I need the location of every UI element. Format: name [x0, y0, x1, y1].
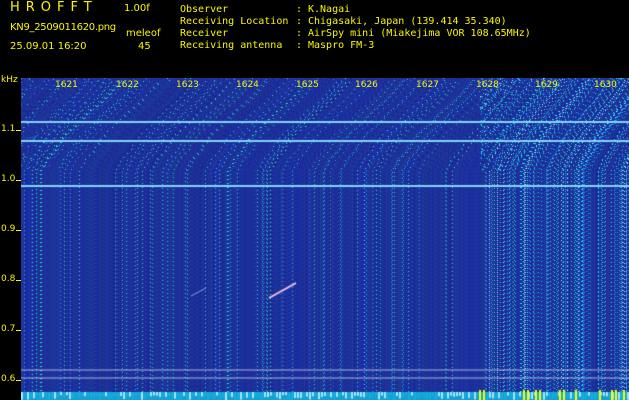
- capture-datetime: 25.09.01 16:20: [10, 41, 87, 52]
- observer-label: Observer: [180, 4, 229, 15]
- x-tick-label: 1630: [594, 80, 617, 90]
- header-panel: HROFFT 1.00f KN9_2509011620.png meleof 2…: [0, 0, 629, 74]
- mode-value: 45: [138, 41, 151, 52]
- y-tick-label: 1.0: [1, 174, 16, 184]
- separator-colon: :: [296, 4, 303, 15]
- y-tick-label: 0.9: [1, 224, 16, 234]
- x-tick-label: 1623: [176, 80, 199, 90]
- x-tick-label: 1629: [535, 80, 558, 90]
- x-tick-label: 1626: [355, 80, 378, 90]
- location-value: Chigasaki, Japan (139.414 35.340): [308, 16, 507, 27]
- separator-colon: :: [296, 40, 303, 51]
- y-tick-label: 0.6: [1, 374, 16, 384]
- spectrogram-waterfall: [21, 78, 629, 400]
- x-tick-label: 1628: [476, 80, 499, 90]
- antenna-label: Receiving antenna: [180, 40, 283, 51]
- x-tick-label: 1621: [55, 80, 78, 90]
- location-label: Receiving Location: [180, 16, 289, 27]
- file-name: KN9_2509011620.png: [10, 22, 116, 33]
- x-tick-label: 1627: [416, 80, 439, 90]
- x-tick-label: 1625: [296, 80, 319, 90]
- separator-colon: :: [296, 28, 303, 39]
- y-axis-unit: kHz: [1, 75, 18, 85]
- separator-colon: :: [296, 16, 303, 27]
- observer-value: K.Nagai: [308, 4, 351, 15]
- frequency-axis: kHz 1.1 1.0 0.9 0.8 0.7 0.6: [0, 74, 21, 400]
- receiver-value: AirSpy mini (Miakejima VOR 108.65MHz): [308, 28, 531, 39]
- antenna-value: Maspro FM-3: [308, 40, 375, 51]
- app-name: HROFFT: [10, 0, 98, 15]
- receiver-label: Receiver: [180, 28, 229, 39]
- y-tick-label: 0.8: [1, 274, 16, 284]
- y-tick-label: 0.7: [1, 324, 16, 334]
- x-tick-label: 1624: [236, 80, 259, 90]
- y-tick-label: 1.1: [1, 124, 16, 134]
- app-version: 1.00f: [124, 3, 150, 14]
- x-tick-label: 1622: [116, 80, 139, 90]
- mode-label: meleof: [126, 28, 161, 39]
